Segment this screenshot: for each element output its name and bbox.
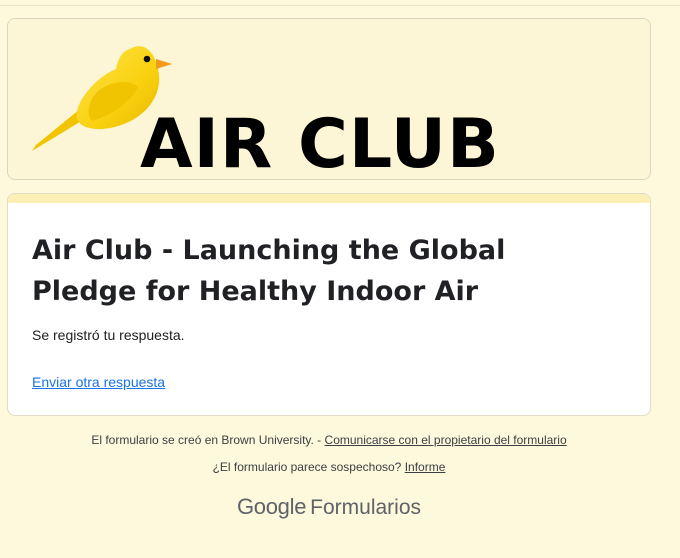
header-banner: AIR CLUB <box>7 18 651 180</box>
logo-forms-text: Formularios <box>310 496 421 519</box>
footer-created-text: El formulario se creó en Brown Universit… <box>91 433 322 447</box>
footer-suspicious-text: ¿El formulario parece sospechoso? <box>212 460 402 474</box>
banner-title: AIR CLUB <box>140 105 500 180</box>
card-accent-strip <box>8 194 650 203</box>
contact-owner-link[interactable]: Comunicarse con el propietario del formu… <box>325 433 567 447</box>
confirmation-message: Se registró tu respuesta. <box>32 327 185 343</box>
footer-suspicious-line: ¿El formulario parece sospechoso? Inform… <box>0 460 658 474</box>
report-link[interactable]: Informe <box>405 460 446 474</box>
submit-another-response-link[interactable]: Enviar otra respuesta <box>32 374 165 390</box>
response-card: Air Club - Launching the Global Pledge f… <box>7 193 651 416</box>
top-divider <box>0 5 680 6</box>
footer-created-line: El formulario se creó en Brown Universit… <box>0 433 658 447</box>
logo-google-text: Google <box>236 494 307 519</box>
google-forms-logo[interactable]: Google Formularios <box>0 494 658 520</box>
form-title: Air Club - Launching the Global Pledge f… <box>32 235 506 307</box>
